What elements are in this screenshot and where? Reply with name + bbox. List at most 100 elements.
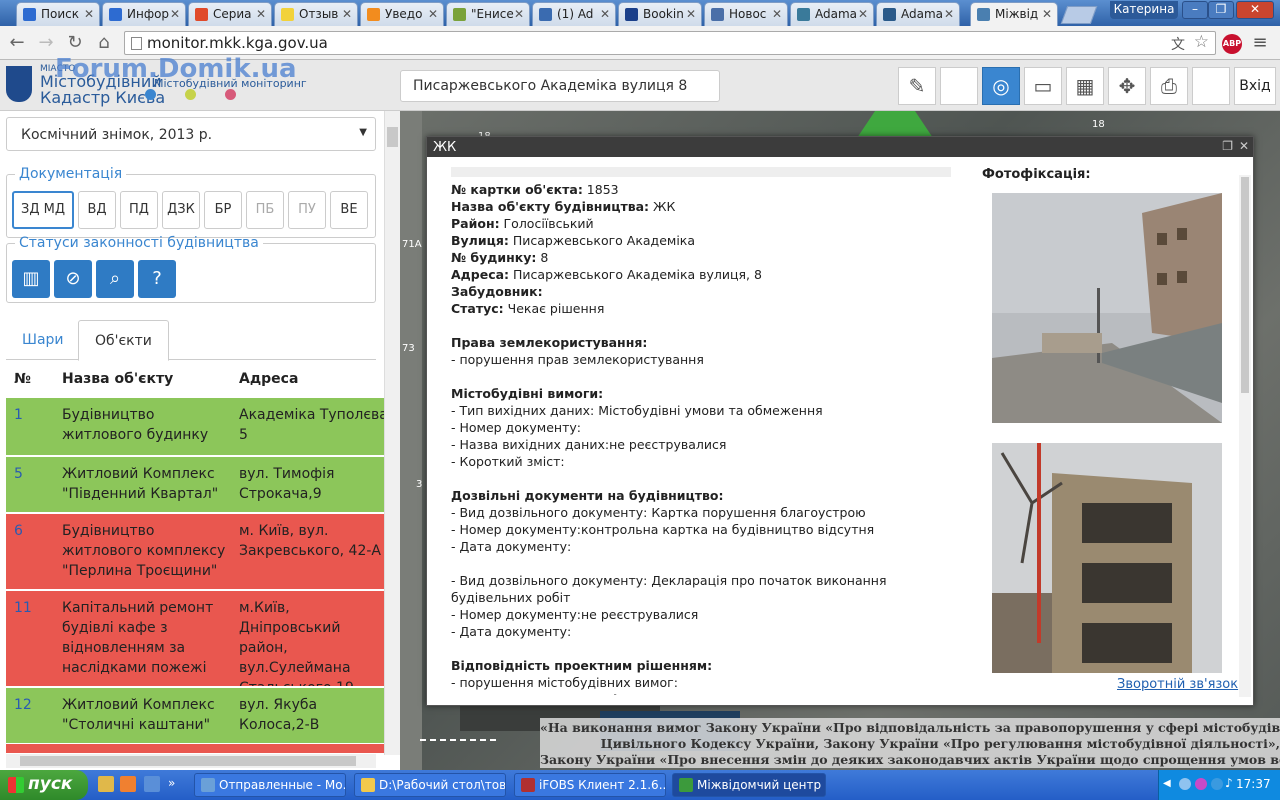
menu-icon[interactable]: ≡ — [1250, 34, 1270, 52]
reload-icon[interactable]: ↻ — [63, 31, 87, 55]
close-tab-icon[interactable]: ✕ — [944, 7, 954, 21]
doc-button[interactable]: ДЗК — [162, 191, 200, 229]
close-tab-icon[interactable]: ✕ — [514, 7, 524, 21]
area-measure-icon[interactable]: ▦ — [1066, 67, 1104, 105]
maximize-button[interactable]: ❐ — [1208, 1, 1234, 19]
profile-name[interactable]: Катерина — [1110, 1, 1178, 19]
browser-tab[interactable]: (1) Ad ✕ — [532, 2, 616, 26]
close-popup-icon[interactable]: ✕ — [1239, 139, 1249, 153]
navigate-icon[interactable]: ◎ — [982, 67, 1020, 105]
popup-scrollbar[interactable] — [1239, 175, 1251, 697]
kyiv-logo[interactable] — [6, 66, 32, 102]
adblock-icon[interactable]: ABP — [1222, 34, 1242, 54]
browser-tab[interactable]: Новос ✕ — [704, 2, 788, 26]
site-photo-1[interactable] — [992, 193, 1222, 423]
site-photo-2[interactable] — [992, 443, 1222, 673]
row-number[interactable]: 11 — [14, 598, 32, 618]
table-row[interactable]: 12 Житловий Комплекс "Столичні каштани" ву… — [6, 688, 384, 744]
volume-icon[interactable]: ♪ — [1225, 776, 1233, 790]
prohibited-status-icon[interactable]: ⊘ — [54, 260, 92, 298]
browser-tab[interactable]: Adama ✕ — [876, 2, 960, 26]
close-tab-icon[interactable]: ✕ — [170, 7, 180, 21]
browser-tab[interactable]: Adama ✕ — [790, 2, 874, 26]
quicklaunch-icon-2[interactable] — [120, 776, 136, 792]
table-row[interactable]: 11 Капітальний ремонт будівлі кафе з відн… — [6, 591, 384, 687]
close-tab-icon[interactable]: ✕ — [600, 7, 610, 21]
task-app-icon — [361, 778, 375, 792]
inspection-status-icon[interactable]: ⌕ — [96, 260, 134, 298]
blank-tool-button[interactable] — [940, 67, 978, 105]
minimize-button[interactable]: – — [1182, 1, 1208, 19]
doc-button[interactable]: ПД — [120, 191, 158, 229]
field-key: Адреса: — [451, 267, 510, 282]
tab-layers[interactable]: Шари — [6, 320, 80, 361]
browser-tab[interactable]: Поиск ✕ — [16, 2, 100, 26]
left-panel-scrollbar[interactable] — [384, 111, 400, 755]
table-row[interactable]: 6 Будівництво житлового комплексу "Перлин… — [6, 514, 384, 590]
close-tab-icon[interactable]: ✕ — [686, 7, 696, 21]
taskbar-button[interactable]: Міжвідомчий центр ... — [672, 773, 826, 797]
blank-tool-button-2[interactable] — [1192, 67, 1230, 105]
start-button[interactable]: пуск — [0, 770, 88, 800]
browser-tab[interactable]: Міжвід ✕ — [970, 2, 1058, 26]
browser-tab[interactable]: "Енисе ✕ — [446, 2, 530, 26]
table-row[interactable]: 1 Будівництво житлового будинку Академіка … — [6, 398, 384, 456]
doc-button[interactable]: ПБ — [246, 191, 284, 229]
tab-objects[interactable]: Об'єкти — [78, 320, 169, 361]
row-number[interactable]: 1 — [14, 405, 23, 425]
close-tab-icon[interactable]: ✕ — [342, 7, 352, 21]
address-search-input[interactable]: Писаржевського Академіка вулиця 8 — [400, 70, 720, 102]
base-layer-select[interactable]: Космічний знімок, 2013 р. ▼ — [6, 117, 376, 151]
info-field: Статус: Чекає рішення — [451, 300, 971, 317]
row-number[interactable]: 5 — [14, 464, 23, 484]
tray-icon-3[interactable] — [1211, 778, 1223, 790]
taskbar-button[interactable]: D:\Рабочий стол\тов — [354, 773, 506, 797]
doc-button[interactable]: БР — [204, 191, 242, 229]
home-icon[interactable]: ⌂ — [92, 31, 116, 55]
close-tab-icon[interactable]: ✕ — [256, 7, 266, 21]
close-tab-icon[interactable]: ✕ — [772, 7, 782, 21]
forward-icon[interactable]: → — [34, 31, 58, 55]
quicklaunch-icon-1[interactable] — [98, 776, 114, 792]
translate-icon[interactable]: 文 — [1171, 34, 1185, 54]
table-row[interactable]: 5 Житловий Комплекс "Південний Квартал" ву… — [6, 457, 384, 513]
taskbar-button[interactable]: Отправленные - Мо... — [194, 773, 346, 797]
edit-icon[interactable]: ✎ — [898, 67, 936, 105]
browser-tab[interactable]: Отзыв ✕ — [274, 2, 358, 26]
pan-icon[interactable]: ✥ — [1108, 67, 1146, 105]
browser-tab[interactable]: Уведо ✕ — [360, 2, 444, 26]
tray-expand-icon[interactable]: ◀ — [1163, 778, 1171, 789]
doc-button[interactable]: ПУ — [288, 191, 326, 229]
star-icon[interactable]: ☆ — [1194, 32, 1209, 52]
close-tab-icon[interactable]: ✕ — [428, 7, 438, 21]
close-window-button[interactable]: ✕ — [1236, 1, 1274, 19]
maximize-popup-icon[interactable]: ❐ — [1222, 139, 1233, 153]
browser-tab[interactable]: Сериа ✕ — [188, 2, 272, 26]
close-tab-icon[interactable]: ✕ — [1042, 7, 1052, 21]
row-number[interactable]: 12 — [14, 695, 32, 715]
close-tab-icon[interactable]: ✕ — [84, 7, 94, 21]
login-button[interactable]: Вхід — [1234, 67, 1276, 105]
tray-icon-1[interactable] — [1179, 778, 1191, 790]
table-row-partial[interactable] — [6, 744, 384, 754]
close-tab-icon[interactable]: ✕ — [858, 7, 868, 21]
back-icon[interactable]: ← — [5, 31, 29, 55]
quicklaunch-more-icon[interactable]: » — [168, 776, 184, 792]
row-number[interactable]: 6 — [14, 521, 23, 541]
browser-tab[interactable]: Инфор ✕ — [102, 2, 186, 26]
print-icon[interactable]: ⎙ — [1150, 67, 1188, 105]
objects-horizontal-scrollbar[interactable] — [6, 754, 376, 768]
popup-header: ЖК ❐ ✕ — [427, 137, 1253, 157]
doc-button[interactable]: ЗД МД — [12, 191, 74, 229]
tray-icon-2[interactable] — [1195, 778, 1207, 790]
doc-button[interactable]: ВЕ — [330, 191, 368, 229]
taskbar-button[interactable]: iFOBS Клиент 2.1.6.... — [514, 773, 666, 797]
address-bar[interactable]: monitor.mkk.kga.gov.ua 文 ☆ — [124, 31, 1216, 55]
quicklaunch-icon-3[interactable] — [144, 776, 160, 792]
unknown-status-icon[interactable]: ? — [138, 260, 176, 298]
doc-button[interactable]: ВД — [78, 191, 116, 229]
ruler-icon[interactable]: ▭ — [1024, 67, 1062, 105]
feedback-link[interactable]: Зворотній зв'язок — [1117, 677, 1239, 692]
construction-status-icon[interactable]: ▥ — [12, 260, 50, 298]
browser-tab[interactable]: Bookin ✕ — [618, 2, 702, 26]
